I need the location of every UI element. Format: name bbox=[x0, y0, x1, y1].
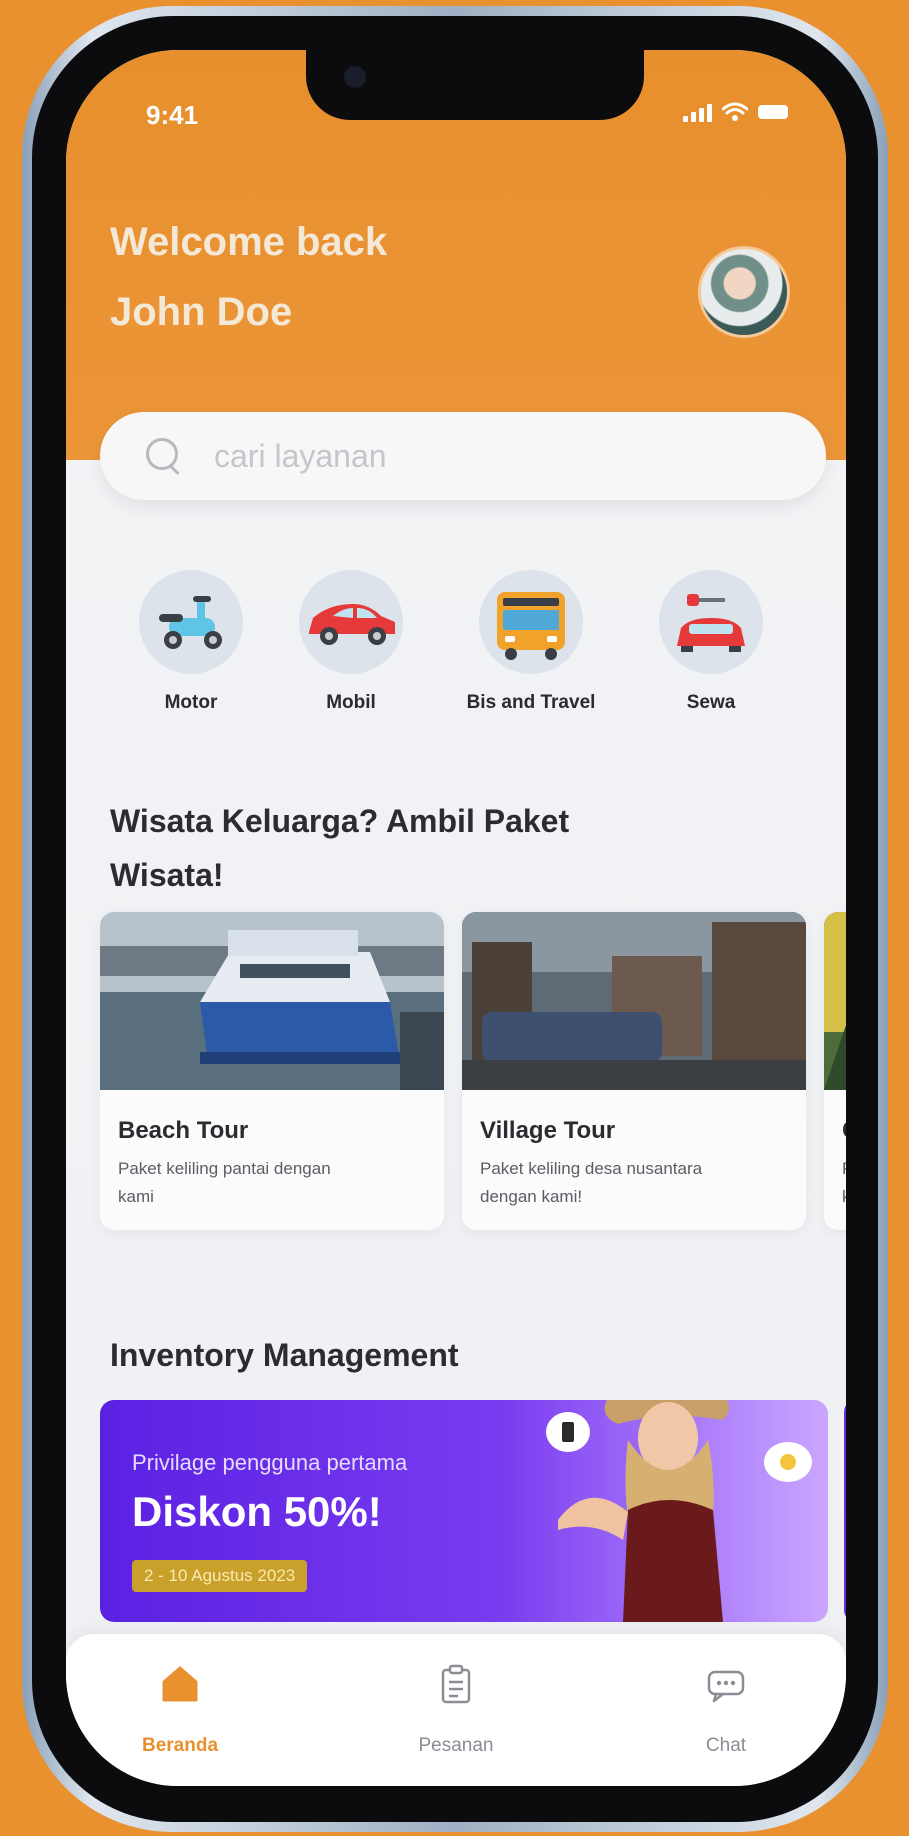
phone-bezel: 9:41 Welcome back John Doe cari layanan … bbox=[32, 16, 878, 1822]
avatar[interactable] bbox=[698, 246, 790, 338]
category-sewa[interactable]: Sewa bbox=[626, 570, 796, 714]
tour-desc-line: dengan kami! bbox=[480, 1187, 583, 1206]
tour-desc: Pa ka bbox=[842, 1155, 846, 1211]
category-row: Motor Mobil Bis and Travel Sewa bbox=[106, 570, 826, 713]
tour-card-village[interactable]: Village Tour Paket keliling desa nusanta… bbox=[462, 912, 806, 1230]
wifi-icon bbox=[722, 102, 748, 121]
battery-icon bbox=[758, 105, 788, 119]
notch bbox=[306, 50, 644, 120]
packages-section-title: Wisata Keluarga? Ambil Paket Wisata! bbox=[110, 794, 569, 902]
promo-banner[interactable]: Privilage pengguna pertama Diskon 50%! 2… bbox=[100, 1400, 828, 1622]
tour-desc-line: kami bbox=[118, 1187, 154, 1206]
nav-item-chat[interactable]: Chat bbox=[646, 1664, 806, 1757]
nav-item-pesanan[interactable]: Pesanan bbox=[376, 1664, 536, 1757]
bus-icon bbox=[479, 570, 583, 674]
category-label: Mobil bbox=[326, 692, 376, 713]
tour-desc-line: ka bbox=[842, 1183, 846, 1211]
front-camera bbox=[344, 66, 366, 88]
home-icon bbox=[162, 1666, 198, 1702]
search-input[interactable] bbox=[214, 437, 714, 475]
promo-subtitle: Privilage pengguna pertama bbox=[132, 1450, 408, 1475]
next-promo-banner[interactable] bbox=[844, 1400, 846, 1622]
promo-date-badge: 2 - 10 Agustus 2023 bbox=[132, 1560, 308, 1592]
village-tour-image bbox=[462, 912, 806, 1090]
section-title-line: Wisata Keluarga? Ambil Paket bbox=[110, 803, 570, 839]
tour-desc-line: Paket keliling desa nusantara bbox=[480, 1159, 703, 1178]
rental-car-key-icon bbox=[659, 570, 763, 674]
status-icons bbox=[683, 102, 788, 122]
scooter-icon bbox=[139, 570, 243, 674]
inventory-section-title: Inventory Management bbox=[110, 1337, 459, 1373]
category-label: Bis and Travel bbox=[466, 692, 596, 713]
search-bar[interactable] bbox=[100, 412, 826, 500]
nav-label: Pesanan bbox=[418, 1735, 494, 1756]
category-label: Motor bbox=[164, 692, 218, 713]
nav-label: Chat bbox=[705, 1735, 747, 1756]
tour-name: Beach Tour bbox=[118, 1117, 249, 1144]
car-icon bbox=[299, 570, 403, 674]
category-bis-travel[interactable]: Bis and Travel bbox=[446, 570, 616, 714]
city-tour-image bbox=[824, 912, 846, 1090]
phone-frame: 9:41 Welcome back John Doe cari layanan … bbox=[22, 6, 888, 1832]
category-motor[interactable]: Motor bbox=[106, 570, 276, 714]
tour-desc: Paket keliling desa nusantara dengan kam… bbox=[480, 1155, 792, 1211]
tour-name: Village Tour bbox=[480, 1117, 616, 1144]
category-mobil[interactable]: Mobil bbox=[266, 570, 436, 714]
promo-headline: Diskon 50%! bbox=[132, 1488, 382, 1535]
nav-label: Beranda bbox=[141, 1735, 219, 1756]
promo-woman-image bbox=[546, 1400, 812, 1622]
tour-name: Ci bbox=[842, 1117, 846, 1145]
tour-card-city[interactable]: Ci Pa ka bbox=[824, 912, 846, 1230]
tour-desc: Paket keliling pantai dengan kami bbox=[118, 1155, 430, 1211]
chat-icon bbox=[707, 1670, 745, 1703]
tour-carousel[interactable]: Beach Tour Paket keliling pantai dengan … bbox=[100, 912, 846, 1242]
tour-card-beach[interactable]: Beach Tour Paket keliling pantai dengan … bbox=[100, 912, 444, 1230]
bottom-nav: Beranda Pesanan Chat bbox=[66, 1634, 846, 1786]
beach-tour-image bbox=[100, 912, 444, 1090]
clipboard-icon bbox=[441, 1664, 471, 1704]
signal-icon bbox=[683, 102, 712, 122]
app-screen: 9:41 Welcome back John Doe cari layanan … bbox=[66, 50, 846, 1786]
username-text: John Doe bbox=[110, 290, 293, 334]
tour-desc-line: Paket keliling pantai dengan bbox=[118, 1159, 331, 1178]
category-label: Sewa bbox=[686, 692, 736, 713]
tour-desc-line: Pa bbox=[842, 1155, 846, 1183]
greeting-text: Welcome back bbox=[110, 220, 388, 264]
search-icon bbox=[144, 436, 184, 476]
nav-item-beranda[interactable]: Beranda bbox=[100, 1664, 260, 1757]
status-time: 9:41 bbox=[146, 100, 199, 130]
section-title-line: Wisata! bbox=[110, 857, 224, 893]
